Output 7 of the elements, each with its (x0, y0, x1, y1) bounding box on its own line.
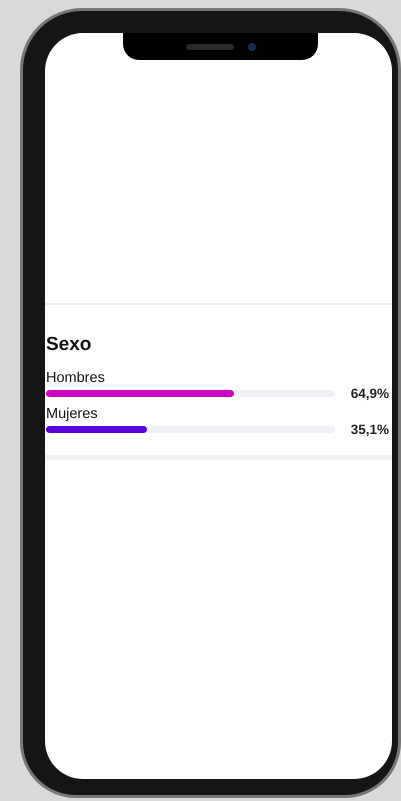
row-label: Mujeres (46, 406, 99, 422)
section-title: Sexo (46, 334, 92, 356)
camera-icon (248, 42, 256, 50)
percentage-value: 35,1% (350, 422, 389, 437)
percentage-value: 64,9% (350, 386, 389, 401)
speaker-icon (186, 44, 234, 50)
row-label: Hombres (46, 370, 106, 386)
